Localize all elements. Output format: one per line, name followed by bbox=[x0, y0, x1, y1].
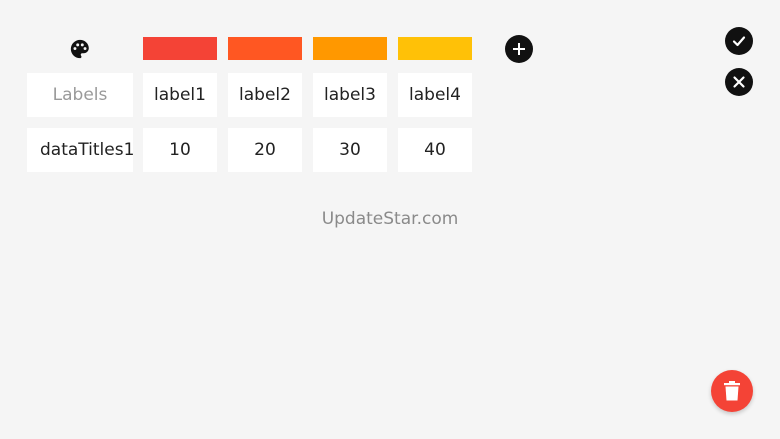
label-cell-1[interactable]: label1 bbox=[143, 73, 217, 117]
color-swatch-2[interactable] bbox=[228, 37, 302, 60]
label-cell-3[interactable]: label3 bbox=[313, 73, 387, 117]
palette-icon[interactable] bbox=[66, 35, 94, 63]
labels-header-input[interactable]: Labels bbox=[27, 73, 133, 117]
color-swatch-4[interactable] bbox=[398, 37, 472, 60]
data-cell-3[interactable]: 30 bbox=[313, 128, 387, 172]
close-icon bbox=[733, 76, 745, 88]
delete-button[interactable] bbox=[711, 370, 753, 412]
cancel-button[interactable] bbox=[725, 68, 753, 96]
trash-icon bbox=[724, 381, 740, 401]
check-icon bbox=[732, 36, 746, 47]
data-cell-1[interactable]: 10 bbox=[143, 128, 217, 172]
color-swatch-1[interactable] bbox=[143, 37, 217, 60]
label-cell-2[interactable]: label2 bbox=[228, 73, 302, 117]
add-column-button[interactable] bbox=[505, 35, 533, 63]
plus-icon bbox=[513, 43, 525, 55]
data-title-input[interactable]: dataTitles1 bbox=[27, 128, 133, 172]
watermark-text: UpdateStar.com bbox=[321, 209, 459, 229]
confirm-button[interactable] bbox=[725, 27, 753, 55]
color-swatch-3[interactable] bbox=[313, 37, 387, 60]
data-cell-4[interactable]: 40 bbox=[398, 128, 472, 172]
data-cell-2[interactable]: 20 bbox=[228, 128, 302, 172]
label-cell-4[interactable]: label4 bbox=[398, 73, 472, 117]
